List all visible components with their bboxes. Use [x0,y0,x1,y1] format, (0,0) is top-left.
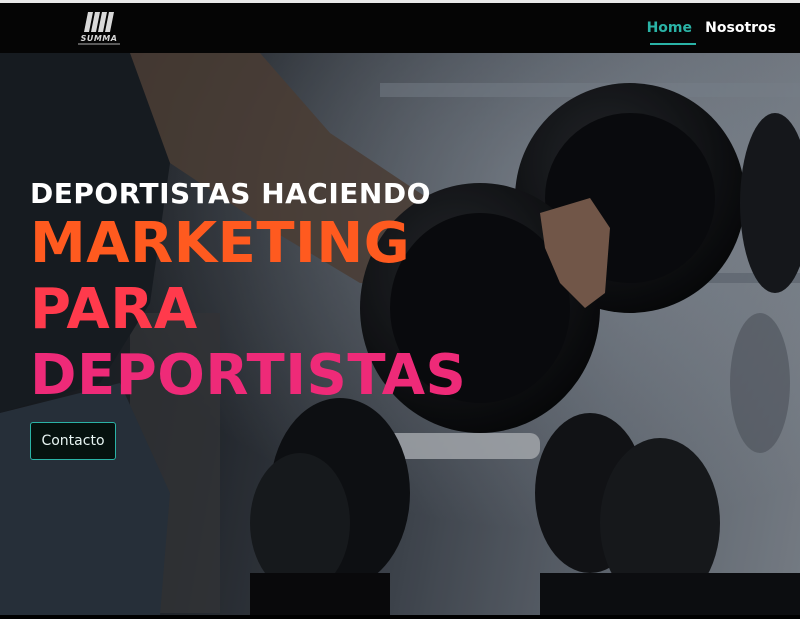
nav-item-home[interactable]: Home [647,20,692,36]
navbar: SUMMA Home Nosotros [0,3,800,53]
nav-item-nosotros[interactable]: Nosotros [705,20,776,36]
summa-bars-icon [84,12,114,32]
hero-text: DEPORTISTAS HACIENDO MARKETING PARA DEPO… [30,177,466,409]
brand-logo[interactable]: SUMMA [78,12,120,46]
hero-kicker: DEPORTISTAS HACIENDO [30,177,431,210]
contacto-button[interactable]: Contacto [30,422,116,460]
bottom-edge [0,615,800,619]
hero-headline-line-1: MARKETING [30,211,411,276]
nav-active-indicator [650,43,696,45]
hero-headline-line-3: DEPORTISTAS [30,343,467,408]
brand-name: SUMMA [80,34,118,43]
brand-tagline-mark [78,43,120,45]
page-frame: SUMMA Home Nosotros DEPORTISTAS HACIENDO… [0,3,800,619]
hero-headline-line-2: PARA [30,277,198,342]
hero-section: DEPORTISTAS HACIENDO MARKETING PARA DEPO… [0,53,800,615]
